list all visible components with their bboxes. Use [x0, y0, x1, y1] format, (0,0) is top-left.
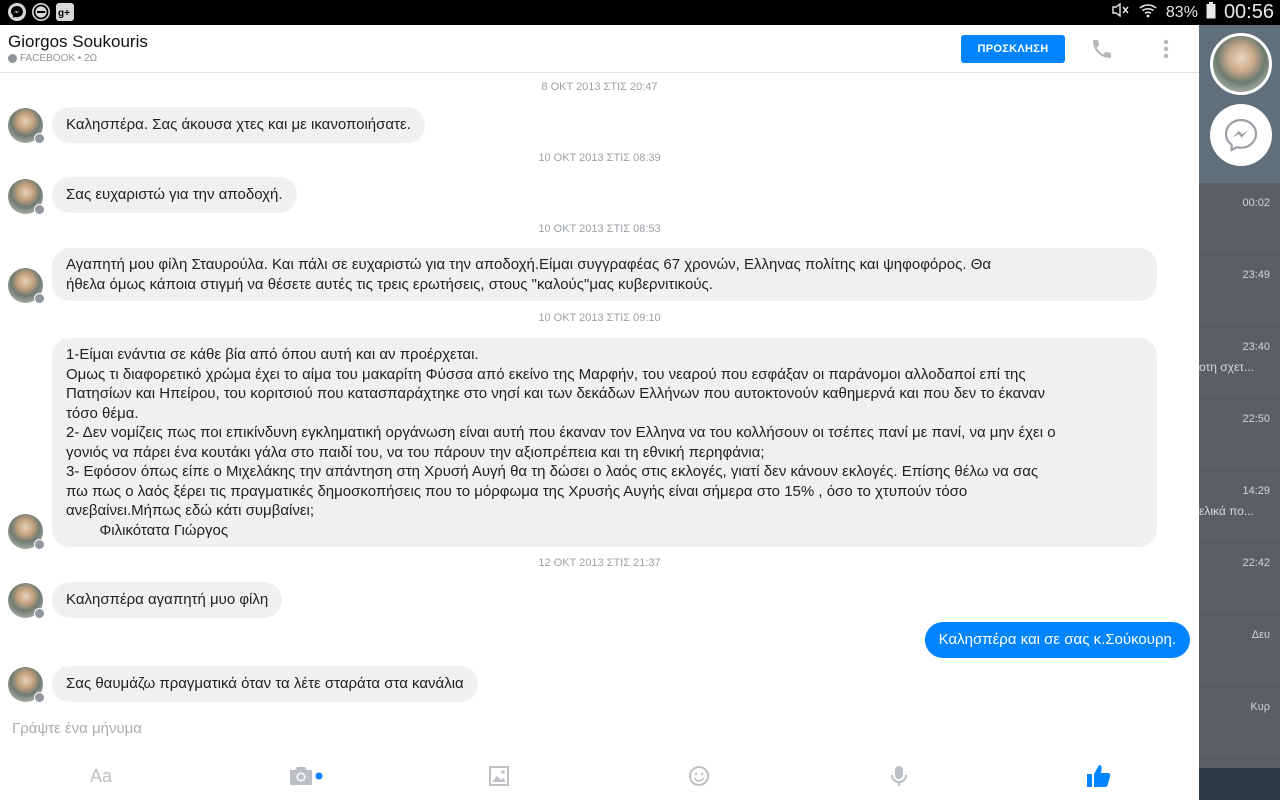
- camera-button[interactable]: [286, 752, 326, 800]
- avatar[interactable]: [8, 667, 45, 703]
- list-item-time: Κυρ: [1250, 701, 1270, 713]
- list-item-time: 00:02: [1242, 197, 1270, 209]
- list-item-time: 23:49: [1242, 269, 1270, 281]
- contact-subtitle: FACEBOOK • 2Ω: [8, 53, 97, 64]
- image-icon: [489, 766, 509, 786]
- list-item[interactable]: 22:42: [1199, 543, 1280, 615]
- message-bubble[interactable]: Σας θαυμάζω πραγματικά όταν τα λέτε σταρ…: [52, 666, 478, 702]
- status-bar: g+ 83% 00:56: [0, 0, 1280, 25]
- emoji-button[interactable]: [687, 752, 711, 800]
- battery-icon: [1206, 1, 1216, 24]
- list-item[interactable]: 22:50: [1199, 399, 1280, 471]
- avatar[interactable]: [8, 514, 45, 550]
- list-item[interactable]: Δευ: [1199, 615, 1280, 687]
- composer-toolbar: Aa: [0, 752, 1199, 800]
- messenger-icon: [1224, 118, 1258, 152]
- mute-icon: [1110, 2, 1130, 23]
- list-item[interactable]: 23:40 οτη σχετ...: [1199, 327, 1280, 399]
- avatar[interactable]: [8, 583, 45, 619]
- thumbs-up-icon: [1087, 765, 1111, 787]
- messenger-icon: [8, 3, 26, 21]
- message-line: 1-Είμαι ενάντια σε κάθε βία από όπου αυτ…: [66, 346, 479, 363]
- facebook-badge-icon: [34, 133, 45, 144]
- list-item-snippet: οτη σχετ...: [1199, 360, 1255, 374]
- facebook-badge-icon: [34, 204, 45, 215]
- message-timestamp: 8 ΟΚΤ 2013 ΣΤΙΣ 20:47: [541, 81, 658, 93]
- phone-icon[interactable]: [1090, 37, 1114, 61]
- message-timestamp: 12 ΟΚΤ 2013 ΣΤΙΣ 21:37: [538, 557, 661, 569]
- google-plus-icon: g+: [56, 3, 74, 21]
- message-line: Αγαπητή μου φίλη Σταυρούλα. Και πάλι σε …: [66, 256, 992, 273]
- message-line: ήθελα όμως κάποια στιγμή να θέσετε αυτές…: [66, 275, 713, 293]
- facebook-icon: [8, 54, 17, 63]
- message-timestamp: 10 ΟΚΤ 2013 ΣΤΙΣ 08:53: [538, 223, 661, 235]
- invite-button[interactable]: ΠΡΟΣΚΛΗΣΗ: [961, 35, 1065, 63]
- like-button[interactable]: [1084, 752, 1114, 800]
- message-input[interactable]: Γράψτε ένα μήνυμα: [12, 720, 142, 737]
- list-item-snippet: ελικά πο...: [1199, 504, 1254, 518]
- wifi-icon: [1138, 2, 1158, 23]
- facebook-badge-icon: [34, 293, 45, 304]
- facebook-badge-icon: [34, 692, 45, 703]
- avatar[interactable]: [8, 179, 45, 215]
- message-signature: Φιλικότατα Γιώργος: [66, 521, 229, 539]
- list-item-time: 23:40: [1242, 341, 1270, 353]
- gallery-button[interactable]: [487, 752, 511, 800]
- status-indicators: 83% 00:56: [1110, 1, 1274, 24]
- outgoing-message-bubble[interactable]: Καλησπέρα και σε σας κ.Σούκουρη.: [924, 622, 1190, 658]
- contact-name[interactable]: Giorgos Soukouris: [8, 32, 148, 52]
- list-item-time: 22:42: [1242, 557, 1270, 569]
- message-line: γονιός να πάρει ένα κουτάκι γάλα στο παι…: [66, 443, 765, 461]
- emoji-icon: [689, 766, 709, 786]
- list-item-time: 14:29: [1242, 485, 1270, 497]
- list-item-time: 22:50: [1242, 413, 1270, 425]
- message-line: τόσο θέμα.: [66, 404, 139, 422]
- text-format-button[interactable]: Aa: [86, 752, 116, 800]
- message-timestamp: 10 ΟΚΤ 2013 ΣΤΙΣ 09:10: [538, 312, 661, 324]
- message-bubble[interactable]: 1-Είμαι ενάντια σε κάθε βία από όπου αυτ…: [52, 338, 1157, 547]
- message-line: 2- Δεν νομίζεις πως ποι επικίνδυνη εγκλη…: [66, 424, 1056, 441]
- message-timestamp: 10 ΟΚΤ 2013 ΣΤΙΣ 08:39: [538, 152, 661, 164]
- message-line: Ομως τι διαφορετικό χρώμα έχει το αίμα τ…: [66, 365, 1026, 383]
- chat-header: Giorgos Soukouris FACEBOOK • 2Ω ΠΡΟΣΚΛΗΣ…: [0, 25, 1199, 73]
- message-composer: Γράψτε ένα μήνυμα Aa: [0, 714, 1199, 800]
- list-item[interactable]: 14:29 ελικά πο...: [1199, 471, 1280, 543]
- list-item[interactable]: 23:49: [1199, 255, 1280, 327]
- message-bubble[interactable]: Καλησπέρα. Σας άκουσα χτες και με ικανοπ…: [52, 107, 425, 143]
- message-bubble[interactable]: Σας ευχαριστώ για την αποδοχή.: [52, 177, 297, 213]
- list-item[interactable]: Κυρ: [1199, 687, 1280, 759]
- minus-circle-icon: [32, 3, 50, 21]
- list-item[interactable]: 00:02: [1199, 183, 1280, 255]
- chat-panel: Giorgos Soukouris FACEBOOK • 2Ω ΠΡΟΣΚΛΗΣ…: [0, 25, 1199, 800]
- facebook-badge-icon: [34, 539, 45, 550]
- message-line: Πατησίων και Ηπείρου, του κοριτσιού που …: [66, 385, 1045, 402]
- svg-text:g+: g+: [58, 8, 70, 19]
- facebook-badge-icon: [34, 608, 45, 619]
- avatar[interactable]: [8, 268, 45, 304]
- message-bubble[interactable]: Αγαπητή μου φίλη Σταυρούλα. Και πάλι σε …: [52, 248, 1157, 301]
- message-bubble[interactable]: Καλησπέρα αγαπητή μυο φίλη: [52, 582, 283, 618]
- notification-icons: g+: [8, 3, 74, 21]
- voice-button[interactable]: [889, 752, 909, 800]
- background-footer: [1199, 768, 1280, 800]
- clock: 00:56: [1223, 1, 1274, 23]
- avatar[interactable]: [8, 108, 45, 144]
- chat-head-avatar[interactable]: [1210, 33, 1272, 95]
- microphone-icon: [891, 766, 907, 786]
- message-line: πω πως ο λαός ξέρει τις πραγματικές δημο…: [66, 482, 968, 500]
- message-line: ανεβαίνει.Μήπως εδώ κάτι συμβαίνει;: [66, 502, 315, 519]
- battery-percent: 83%: [1165, 3, 1198, 21]
- list-item-time: Δευ: [1251, 629, 1270, 641]
- more-vertical-icon[interactable]: [1156, 37, 1176, 61]
- message-line: 3- Εφόσον όπως είπε ο Μιχελάκης την απάν…: [66, 463, 1039, 480]
- camera-icon: [290, 767, 323, 785]
- contact-source-label: FACEBOOK • 2Ω: [20, 53, 98, 64]
- messenger-chat-head[interactable]: [1210, 104, 1272, 166]
